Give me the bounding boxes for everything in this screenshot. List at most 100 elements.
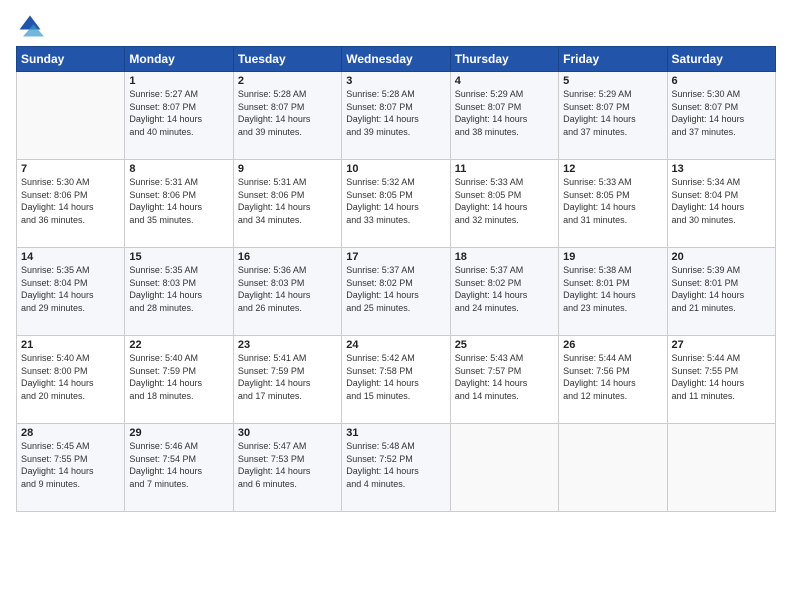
day-number: 30 [238, 427, 337, 439]
day-number: 6 [672, 75, 771, 87]
day-number: 7 [21, 163, 120, 175]
header [16, 12, 776, 40]
day-number: 22 [129, 339, 228, 351]
day-number: 9 [238, 163, 337, 175]
header-cell-sunday: Sunday [17, 47, 125, 72]
day-cell: 29Sunrise: 5:46 AM Sunset: 7:54 PM Dayli… [125, 424, 233, 512]
calendar-header: SundayMondayTuesdayWednesdayThursdayFrid… [17, 47, 776, 72]
week-row-3: 14Sunrise: 5:35 AM Sunset: 8:04 PM Dayli… [17, 248, 776, 336]
day-cell [17, 72, 125, 160]
day-info: Sunrise: 5:42 AM Sunset: 7:58 PM Dayligh… [346, 352, 445, 402]
day-info: Sunrise: 5:40 AM Sunset: 8:00 PM Dayligh… [21, 352, 120, 402]
day-cell: 19Sunrise: 5:38 AM Sunset: 8:01 PM Dayli… [559, 248, 667, 336]
day-cell: 17Sunrise: 5:37 AM Sunset: 8:02 PM Dayli… [342, 248, 450, 336]
day-cell: 24Sunrise: 5:42 AM Sunset: 7:58 PM Dayli… [342, 336, 450, 424]
day-number: 29 [129, 427, 228, 439]
day-cell: 10Sunrise: 5:32 AM Sunset: 8:05 PM Dayli… [342, 160, 450, 248]
page: SundayMondayTuesdayWednesdayThursdayFrid… [0, 0, 792, 612]
day-info: Sunrise: 5:29 AM Sunset: 8:07 PM Dayligh… [455, 88, 554, 138]
day-number: 18 [455, 251, 554, 263]
day-info: Sunrise: 5:29 AM Sunset: 8:07 PM Dayligh… [563, 88, 662, 138]
day-info: Sunrise: 5:33 AM Sunset: 8:05 PM Dayligh… [563, 176, 662, 226]
day-cell: 18Sunrise: 5:37 AM Sunset: 8:02 PM Dayli… [450, 248, 558, 336]
day-number: 16 [238, 251, 337, 263]
day-cell: 5Sunrise: 5:29 AM Sunset: 8:07 PM Daylig… [559, 72, 667, 160]
day-number: 31 [346, 427, 445, 439]
day-number: 19 [563, 251, 662, 263]
day-info: Sunrise: 5:31 AM Sunset: 8:06 PM Dayligh… [129, 176, 228, 226]
day-cell: 28Sunrise: 5:45 AM Sunset: 7:55 PM Dayli… [17, 424, 125, 512]
day-info: Sunrise: 5:37 AM Sunset: 8:02 PM Dayligh… [455, 264, 554, 314]
day-info: Sunrise: 5:35 AM Sunset: 8:03 PM Dayligh… [129, 264, 228, 314]
day-info: Sunrise: 5:30 AM Sunset: 8:06 PM Dayligh… [21, 176, 120, 226]
day-number: 11 [455, 163, 554, 175]
week-row-4: 21Sunrise: 5:40 AM Sunset: 8:00 PM Dayli… [17, 336, 776, 424]
day-number: 25 [455, 339, 554, 351]
header-cell-tuesday: Tuesday [233, 47, 341, 72]
day-cell: 13Sunrise: 5:34 AM Sunset: 8:04 PM Dayli… [667, 160, 775, 248]
day-cell: 27Sunrise: 5:44 AM Sunset: 7:55 PM Dayli… [667, 336, 775, 424]
day-number: 12 [563, 163, 662, 175]
day-number: 14 [21, 251, 120, 263]
day-cell: 21Sunrise: 5:40 AM Sunset: 8:00 PM Dayli… [17, 336, 125, 424]
day-info: Sunrise: 5:48 AM Sunset: 7:52 PM Dayligh… [346, 440, 445, 490]
header-cell-wednesday: Wednesday [342, 47, 450, 72]
day-number: 1 [129, 75, 228, 87]
week-row-2: 7Sunrise: 5:30 AM Sunset: 8:06 PM Daylig… [17, 160, 776, 248]
day-number: 2 [238, 75, 337, 87]
day-cell: 2Sunrise: 5:28 AM Sunset: 8:07 PM Daylig… [233, 72, 341, 160]
week-row-5: 28Sunrise: 5:45 AM Sunset: 7:55 PM Dayli… [17, 424, 776, 512]
day-info: Sunrise: 5:27 AM Sunset: 8:07 PM Dayligh… [129, 88, 228, 138]
day-number: 20 [672, 251, 771, 263]
day-info: Sunrise: 5:40 AM Sunset: 7:59 PM Dayligh… [129, 352, 228, 402]
logo-icon [16, 12, 44, 40]
day-cell: 20Sunrise: 5:39 AM Sunset: 8:01 PM Dayli… [667, 248, 775, 336]
header-row: SundayMondayTuesdayWednesdayThursdayFrid… [17, 47, 776, 72]
day-info: Sunrise: 5:45 AM Sunset: 7:55 PM Dayligh… [21, 440, 120, 490]
day-number: 28 [21, 427, 120, 439]
day-number: 23 [238, 339, 337, 351]
day-cell [559, 424, 667, 512]
day-info: Sunrise: 5:39 AM Sunset: 8:01 PM Dayligh… [672, 264, 771, 314]
day-cell: 23Sunrise: 5:41 AM Sunset: 7:59 PM Dayli… [233, 336, 341, 424]
header-cell-thursday: Thursday [450, 47, 558, 72]
logo [16, 12, 48, 40]
day-info: Sunrise: 5:44 AM Sunset: 7:56 PM Dayligh… [563, 352, 662, 402]
day-cell [667, 424, 775, 512]
day-number: 27 [672, 339, 771, 351]
day-number: 8 [129, 163, 228, 175]
day-info: Sunrise: 5:47 AM Sunset: 7:53 PM Dayligh… [238, 440, 337, 490]
day-info: Sunrise: 5:28 AM Sunset: 8:07 PM Dayligh… [238, 88, 337, 138]
day-info: Sunrise: 5:33 AM Sunset: 8:05 PM Dayligh… [455, 176, 554, 226]
day-info: Sunrise: 5:32 AM Sunset: 8:05 PM Dayligh… [346, 176, 445, 226]
day-number: 17 [346, 251, 445, 263]
day-info: Sunrise: 5:38 AM Sunset: 8:01 PM Dayligh… [563, 264, 662, 314]
day-cell: 4Sunrise: 5:29 AM Sunset: 8:07 PM Daylig… [450, 72, 558, 160]
day-cell: 15Sunrise: 5:35 AM Sunset: 8:03 PM Dayli… [125, 248, 233, 336]
day-info: Sunrise: 5:31 AM Sunset: 8:06 PM Dayligh… [238, 176, 337, 226]
day-info: Sunrise: 5:37 AM Sunset: 8:02 PM Dayligh… [346, 264, 445, 314]
day-cell: 31Sunrise: 5:48 AM Sunset: 7:52 PM Dayli… [342, 424, 450, 512]
day-cell: 16Sunrise: 5:36 AM Sunset: 8:03 PM Dayli… [233, 248, 341, 336]
header-cell-saturday: Saturday [667, 47, 775, 72]
day-number: 5 [563, 75, 662, 87]
day-number: 13 [672, 163, 771, 175]
day-cell: 22Sunrise: 5:40 AM Sunset: 7:59 PM Dayli… [125, 336, 233, 424]
day-number: 4 [455, 75, 554, 87]
day-info: Sunrise: 5:41 AM Sunset: 7:59 PM Dayligh… [238, 352, 337, 402]
day-info: Sunrise: 5:30 AM Sunset: 8:07 PM Dayligh… [672, 88, 771, 138]
header-cell-monday: Monday [125, 47, 233, 72]
day-number: 26 [563, 339, 662, 351]
day-info: Sunrise: 5:46 AM Sunset: 7:54 PM Dayligh… [129, 440, 228, 490]
day-cell: 7Sunrise: 5:30 AM Sunset: 8:06 PM Daylig… [17, 160, 125, 248]
day-info: Sunrise: 5:43 AM Sunset: 7:57 PM Dayligh… [455, 352, 554, 402]
week-row-1: 1Sunrise: 5:27 AM Sunset: 8:07 PM Daylig… [17, 72, 776, 160]
day-number: 3 [346, 75, 445, 87]
day-number: 10 [346, 163, 445, 175]
day-info: Sunrise: 5:28 AM Sunset: 8:07 PM Dayligh… [346, 88, 445, 138]
day-number: 21 [21, 339, 120, 351]
day-cell [450, 424, 558, 512]
day-info: Sunrise: 5:44 AM Sunset: 7:55 PM Dayligh… [672, 352, 771, 402]
day-info: Sunrise: 5:35 AM Sunset: 8:04 PM Dayligh… [21, 264, 120, 314]
day-cell: 3Sunrise: 5:28 AM Sunset: 8:07 PM Daylig… [342, 72, 450, 160]
